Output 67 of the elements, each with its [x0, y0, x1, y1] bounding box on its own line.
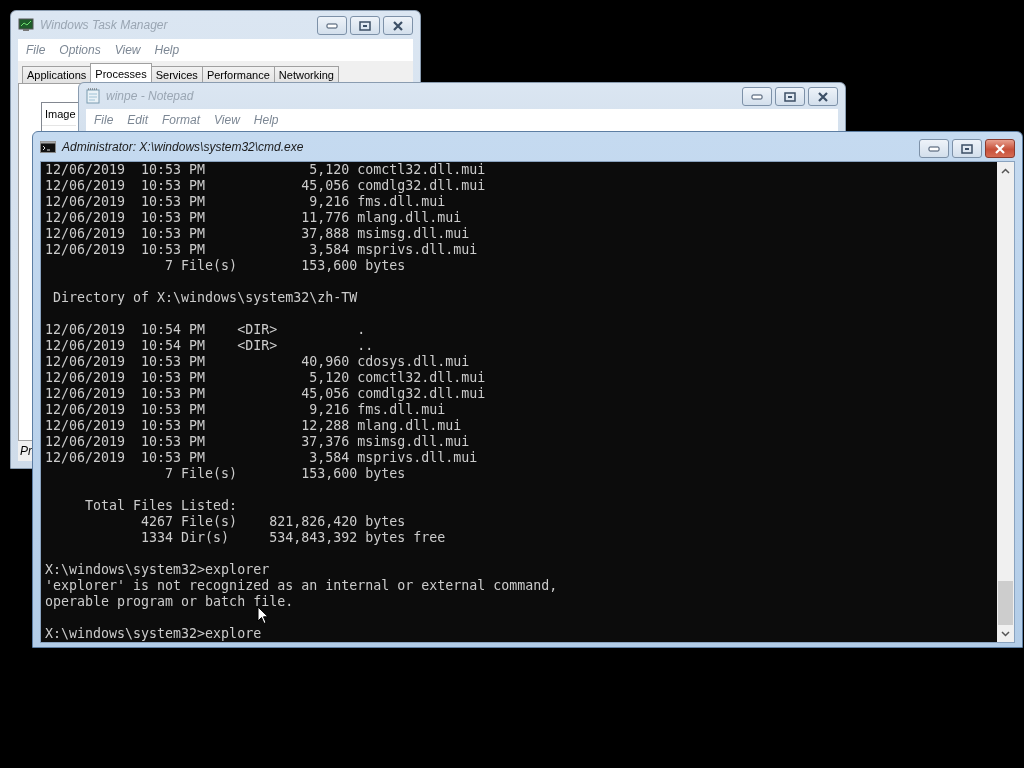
console-line: 1334 Dir(s) 534,843,392 bytes free	[140, 530, 447, 546]
scroll-up-icon[interactable]	[1001, 167, 1010, 174]
minimize-icon	[326, 22, 338, 29]
console-line: 7 File(s) 153,600 bytes	[164, 466, 407, 482]
console-line: 12/06/2019 10:53 PM 5,120 comctl32.dll.mui	[45, 370, 487, 386]
console-line: 12/06/2019 10:53 PM 3,584 msprivs.dll.mui	[45, 242, 479, 258]
maximize-icon	[784, 91, 796, 102]
console-icon	[40, 140, 56, 153]
close-button[interactable]	[383, 16, 413, 35]
console-line: 12/06/2019 10:53 PM 12,288 mlang.dll.mui	[45, 418, 463, 434]
menu-item[interactable]: Help	[247, 111, 285, 129]
maximize-icon	[359, 20, 371, 31]
console-line: 12/06/2019 10:53 PM 45,056 comdlg32.dll.mui	[45, 386, 487, 402]
menu-item[interactable]: View	[108, 41, 147, 59]
tab[interactable]: Applications	[22, 66, 92, 83]
scroll-down-icon[interactable]	[1001, 630, 1010, 637]
console-line: 12/06/2019 10:53 PM 3,584 msprivs.dll.mui	[45, 450, 479, 466]
menu-item[interactable]: Edit	[121, 111, 155, 129]
console-line: 12/06/2019 10:53 PM 40,960 cdosys.dll.mui	[45, 354, 471, 370]
minimize-button[interactable]	[919, 139, 949, 158]
menu-item[interactable]: Options	[53, 41, 107, 59]
console-line: 7 File(s) 153,600 bytes	[164, 258, 407, 274]
console-line: 12/06/2019 10:53 PM 45,056 comdlg32.dll.mui	[45, 178, 487, 194]
close-button[interactable]	[808, 87, 838, 106]
column-header[interactable]: Image	[42, 103, 76, 126]
window-title: winpe - Notepad	[106, 89, 194, 103]
monitor-icon	[18, 18, 34, 32]
maximize-button[interactable]	[952, 139, 982, 158]
console-line: X:\windows\system32>explore	[45, 626, 263, 642]
console-line: Total Files Listed:	[84, 498, 239, 514]
console-line: 4267 File(s) 821,826,420 bytes	[140, 514, 407, 530]
maximize-button[interactable]	[350, 16, 380, 35]
tab[interactable]: Processes	[90, 63, 152, 83]
notepad-icon	[86, 88, 100, 104]
console-line: 12/06/2019 10:54 PM <DIR> ..	[45, 338, 375, 354]
close-icon	[817, 91, 829, 102]
menu-item[interactable]: File	[20, 41, 52, 59]
menu-item[interactable]: File	[88, 111, 120, 129]
window-title: Administrator: X:\windows\system32\cmd.exe	[62, 139, 304, 154]
scrollbar[interactable]	[997, 162, 1014, 642]
menu-item[interactable]: Help	[148, 41, 186, 59]
console-line: 12/06/2019 10:53 PM 5,120 comctl32.dll.mui	[45, 162, 487, 178]
console-line: 12/06/2019 10:53 PM 37,888 msimsg.dll.mui	[45, 226, 471, 242]
minimize-button[interactable]	[317, 16, 347, 35]
console-line: X:\windows\system32>explorer	[45, 562, 271, 578]
console-line: 12/06/2019 10:53 PM 9,216 fms.dll.mui	[45, 194, 447, 210]
status-text: Pr	[20, 444, 32, 458]
maximize-button[interactable]	[775, 87, 805, 106]
console-line: operable program or batch file.	[45, 594, 295, 610]
close-icon	[392, 20, 404, 31]
console-line: 12/06/2019 10:53 PM 11,776 mlang.dll.mui	[45, 210, 463, 226]
console-line: Directory of X:\windows\system32\zh-TW	[52, 290, 359, 306]
scrollbar-thumb[interactable]	[998, 581, 1013, 625]
minimize-icon	[751, 93, 763, 100]
close-button[interactable]	[985, 139, 1015, 158]
console-line: 12/06/2019 10:53 PM 37,376 msimsg.dll.mui	[45, 434, 471, 450]
mouse-cursor-icon	[257, 606, 269, 625]
window-title: Windows Task Manager	[40, 18, 168, 32]
close-icon	[994, 143, 1006, 154]
console-line: 'explorer' is not recognized as an internal or external command,	[45, 578, 559, 594]
menu-item[interactable]: View	[208, 111, 246, 129]
minimize-icon	[928, 145, 940, 152]
console-line: 12/06/2019 10:53 PM 9,216 fms.dll.mui	[45, 402, 447, 418]
maximize-icon	[961, 143, 973, 154]
minimize-button[interactable]	[742, 87, 772, 106]
menu-item[interactable]: Format	[156, 111, 207, 129]
console-line: 12/06/2019 10:54 PM <DIR> .	[45, 322, 367, 338]
